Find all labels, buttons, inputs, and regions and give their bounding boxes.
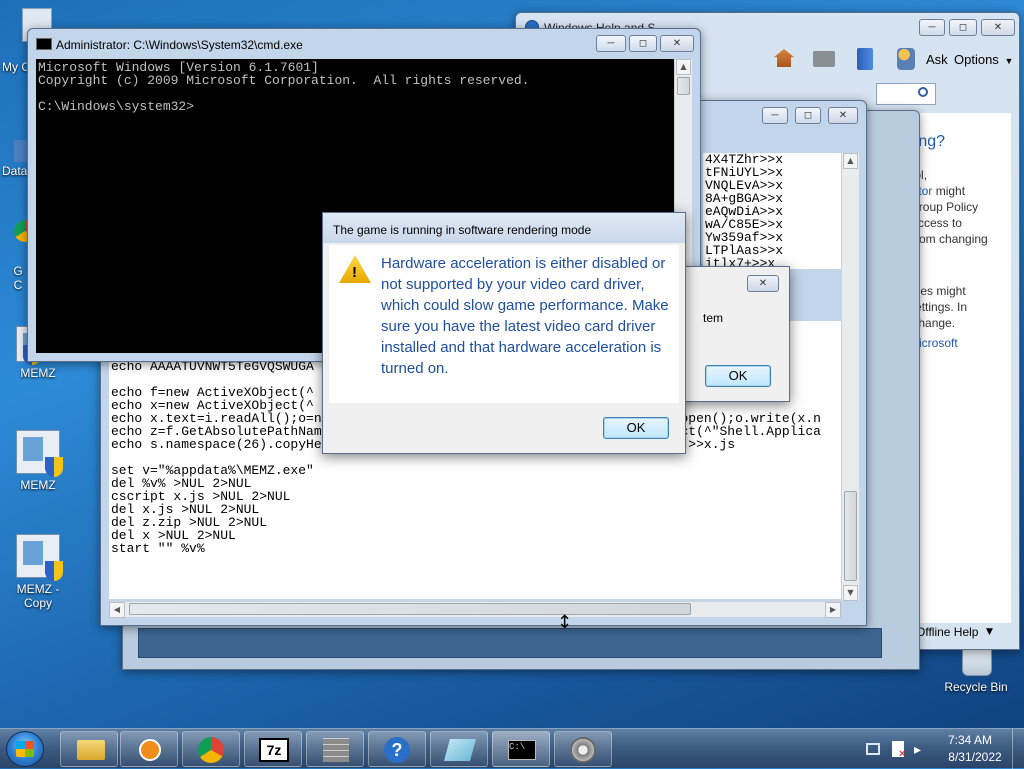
- minimize-button[interactable]: ─: [919, 19, 945, 36]
- firewall-icon: [323, 738, 349, 762]
- minimize-button[interactable]: ─: [762, 107, 788, 124]
- desktop-icon-memz-2[interactable]: MEMZ: [2, 430, 74, 492]
- action-center-error-icon: ✕: [898, 749, 907, 760]
- taskbar-explorer[interactable]: [60, 731, 118, 767]
- taskbar-notepad[interactable]: [430, 731, 488, 767]
- script-vertical-scrollbar[interactable]: ▲ ▼: [841, 153, 859, 601]
- scroll-down-button[interactable]: ▼: [843, 585, 858, 601]
- script-horizontal-scrollbar[interactable]: ◀ ▶: [109, 601, 841, 618]
- desktop-icon-label: MEMZ: [20, 366, 56, 380]
- ask-button[interactable]: Ask: [926, 52, 948, 67]
- taskbar-cmd[interactable]: C:\: [492, 731, 550, 767]
- desktop-icon-label: MEMZ: [20, 478, 56, 492]
- desktop-icon-recycle-bin[interactable]: Recycle Bin: [940, 646, 1012, 694]
- taskbar-7zip[interactable]: 7z: [244, 731, 302, 767]
- folder-icon: [77, 740, 105, 760]
- ok-button[interactable]: OK: [705, 365, 771, 387]
- desktop-icon-label: Recycle Bin: [944, 680, 1008, 694]
- windows-logo-icon: [16, 741, 34, 757]
- scroll-thumb[interactable]: [677, 77, 690, 95]
- game-dialog: The game is running in software renderin…: [322, 212, 686, 454]
- cmd-icon: [36, 38, 52, 50]
- options-label: Options: [954, 52, 999, 67]
- desktop-icon-label: MEMZ - Copy: [16, 582, 60, 610]
- browse-help-icon[interactable]: [857, 48, 873, 70]
- close-button[interactable]: ✕: [828, 107, 858, 124]
- maximize-button[interactable]: ◻: [629, 35, 657, 52]
- cmd-window-title: Administrator: C:\Windows\System32\cmd.e…: [56, 38, 303, 52]
- gear-icon: [570, 737, 596, 763]
- maximize-button[interactable]: ◻: [949, 19, 977, 36]
- print-icon[interactable]: [813, 51, 835, 67]
- close-button[interactable]: ✕: [747, 275, 779, 292]
- chrome-icon: [198, 737, 224, 763]
- memz-icon: [16, 534, 63, 581]
- game-dialog-title[interactable]: The game is running in software renderin…: [323, 213, 685, 243]
- taskbar-media-player[interactable]: [120, 731, 178, 767]
- memz-icon: [16, 430, 63, 477]
- minimize-button[interactable]: ─: [596, 35, 626, 52]
- taskbar-chrome[interactable]: [182, 731, 240, 767]
- search-icon[interactable]: [918, 87, 928, 97]
- scroll-thumb-horizontal[interactable]: [129, 603, 691, 615]
- media-icon: [139, 739, 161, 761]
- home-icon[interactable]: [774, 49, 794, 67]
- resize-cursor-icon: ↕: [557, 612, 573, 633]
- scroll-up-button[interactable]: ▲: [843, 153, 858, 169]
- close-button[interactable]: ✕: [981, 19, 1015, 36]
- scroll-left-button[interactable]: ◀: [109, 602, 125, 618]
- desktop-icon-label: Data: [2, 164, 28, 178]
- taskbar-firewall[interactable]: [306, 731, 364, 767]
- network-icon[interactable]: [866, 743, 880, 755]
- game-dialog-body: ! Hardware acceleration is either disabl…: [329, 245, 679, 403]
- taskbar-settings[interactable]: [554, 731, 612, 767]
- game-dialog-message: Hardware acceleration is either disabled…: [381, 255, 669, 377]
- desktop-icon-memz-copy[interactable]: MEMZ - Copy: [2, 534, 74, 610]
- cmd-icon: C:\: [508, 740, 536, 760]
- show-desktop-button[interactable]: [1012, 729, 1024, 769]
- 7zip-icon: 7z: [259, 738, 289, 762]
- clock-time[interactable]: 7:34 AM: [940, 733, 1000, 747]
- volume-icon[interactable]: ▸: [914, 742, 921, 758]
- desktop-icon-label: My C: [2, 60, 30, 74]
- ok-button[interactable]: OK: [603, 417, 669, 439]
- warning-icon-mark: !: [352, 264, 357, 281]
- close-button[interactable]: ✕: [660, 35, 694, 52]
- script-right-column: 4X4TZhr>>x tFNiUYL>>x VNQLEvA>>x 8A+gBGA…: [703, 153, 841, 269]
- scroll-up-button[interactable]: ▲: [676, 59, 691, 75]
- offline-help-button[interactable]: Offline Help: [916, 625, 978, 639]
- clock-date[interactable]: 8/31/2022: [940, 750, 1010, 764]
- desktop-icon-label: G C: [13, 264, 23, 292]
- maximize-button[interactable]: ◻: [795, 107, 821, 124]
- taskbar: 7z ? C:\ ✕ ▸ 7:34 AM 8/31/2022: [0, 728, 1024, 769]
- cmd-titlebar[interactable]: Administrator: C:\Windows\System32\cmd.e…: [28, 29, 700, 57]
- notepad-icon: [444, 739, 476, 761]
- recycle-bin-icon: [962, 646, 992, 676]
- chevron-down-icon: ▼: [1004, 56, 1014, 66]
- ask-icon[interactable]: [897, 48, 915, 70]
- scroll-right-button[interactable]: ▶: [825, 602, 841, 618]
- small-dialog-text: tem: [703, 311, 724, 325]
- background-window-inner: [138, 628, 882, 658]
- options-button[interactable]: Options ▼: [954, 52, 1013, 67]
- taskbar-help[interactable]: ?: [368, 731, 426, 767]
- scroll-thumb[interactable]: [844, 491, 857, 581]
- chevron-down-icon: ▼: [986, 627, 993, 637]
- help-icon: ?: [384, 737, 410, 763]
